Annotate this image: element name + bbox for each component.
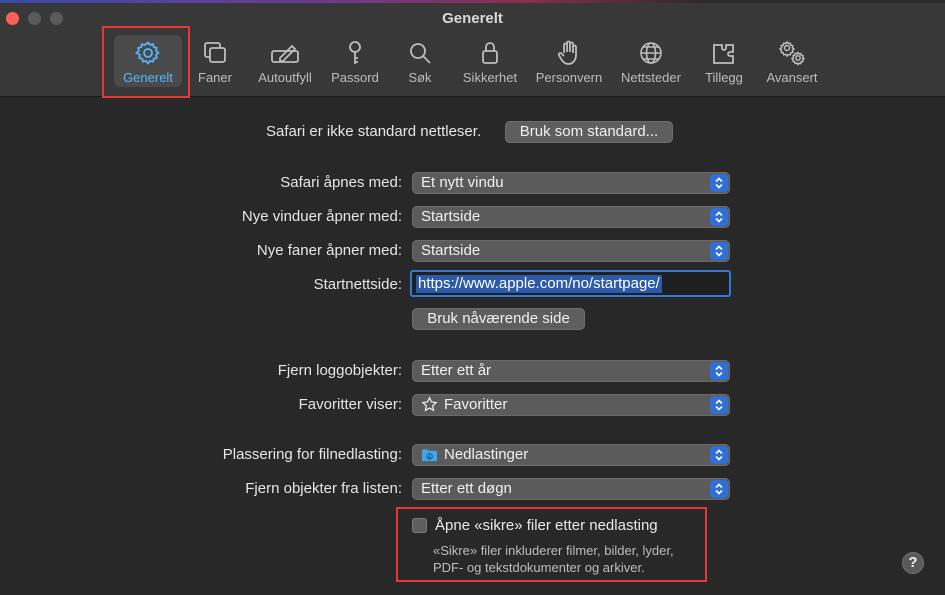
gears-icon xyxy=(778,40,806,66)
tab-passord[interactable]: Passord xyxy=(326,35,384,87)
remove-history-label: Fjern loggobjekter: xyxy=(277,362,402,379)
hand-icon xyxy=(558,40,577,65)
select-value: Etter ett år xyxy=(421,362,492,379)
select-value: Startside xyxy=(421,208,481,225)
preferences-window: Generelt Generelt Faner Autoutfyll Passo… xyxy=(0,0,945,595)
updown-chevron-icon xyxy=(710,362,728,380)
updown-chevron-icon xyxy=(710,208,728,226)
key-icon xyxy=(349,41,361,64)
tab-faner[interactable]: Faner xyxy=(190,35,240,87)
new-windows-select[interactable]: Startside xyxy=(412,206,730,228)
new-tabs-select[interactable]: Startside xyxy=(412,240,730,262)
tab-label: Autoutfyll xyxy=(258,70,312,85)
remove-history-row: Fjern loggobjekter: Etter ett år xyxy=(0,358,945,384)
download-location-label: Plassering for filnedlasting: xyxy=(222,446,402,463)
window-title: Generelt xyxy=(442,10,503,27)
favorites-select[interactable]: Favoritter xyxy=(412,394,730,416)
new-windows-row: Nye vinduer åpner med: Startside xyxy=(0,204,945,230)
tab-avansert[interactable]: Avansert xyxy=(760,35,824,87)
select-value: Favoritter xyxy=(421,396,507,413)
select-value: Et nytt vindu xyxy=(421,174,504,191)
downloads-folder-icon xyxy=(421,448,438,461)
updown-chevron-icon xyxy=(710,174,728,192)
homepage-input-value: https://www.apple.com/no/startpage/ xyxy=(416,275,662,293)
lock-icon xyxy=(482,42,498,64)
select-value: Etter ett døgn xyxy=(421,480,512,497)
tabs-icon xyxy=(204,42,226,63)
open-safe-files-checkbox[interactable] xyxy=(412,518,427,533)
tab-label: Søk xyxy=(408,70,432,85)
star-icon xyxy=(421,396,438,412)
opens-with-label: Safari åpnes med: xyxy=(280,174,402,191)
opens-with-row: Safari åpnes med: Et nytt vindu xyxy=(0,170,945,196)
tab-nettsteder[interactable]: Nettsteder xyxy=(614,35,688,87)
updown-chevron-icon xyxy=(710,396,728,414)
tab-sok[interactable]: Søk xyxy=(400,35,440,87)
remove-history-select[interactable]: Etter ett år xyxy=(412,360,730,382)
updown-chevron-icon xyxy=(710,446,728,464)
search-icon xyxy=(410,43,431,64)
download-location-value: Nedlastinger xyxy=(444,446,529,463)
remove-downloads-label: Fjern objekter fra listen: xyxy=(245,480,402,497)
homepage-label: Startnettside: xyxy=(313,276,402,293)
new-windows-label: Nye vinduer åpner med: xyxy=(241,208,402,225)
favorites-row: Favoritter viser: Favoritter xyxy=(0,392,945,418)
globe-icon xyxy=(640,42,662,64)
homepage-input[interactable]: https://www.apple.com/no/startpage/ xyxy=(410,270,731,297)
select-value: Nedlastinger xyxy=(421,446,528,463)
safe-files-note: «Sikre» filer inkluderer filmer, bilder,… xyxy=(433,543,674,575)
new-tabs-label: Nye faner åpner med: xyxy=(256,242,402,259)
annotation-highlight-tab xyxy=(102,26,190,98)
pencil-icon xyxy=(271,44,299,63)
updown-chevron-icon xyxy=(710,480,728,498)
opens-with-select[interactable]: Et nytt vindu xyxy=(412,172,730,194)
tab-label: Personvern xyxy=(535,70,603,85)
tab-tillegg[interactable]: Tillegg xyxy=(698,35,750,87)
favorites-label: Favoritter viser: xyxy=(298,396,402,413)
help-button[interactable]: ? xyxy=(902,552,924,574)
default-browser-row: Safari er ikke standard nettleser. Bruk … xyxy=(0,119,945,145)
remove-downloads-select[interactable]: Etter ett døgn xyxy=(412,478,730,500)
tab-label: Faner xyxy=(198,70,232,85)
select-value: Startside xyxy=(421,242,481,259)
tab-label: Sikkerhet xyxy=(462,70,518,85)
open-safe-files-label[interactable]: Åpne «sikre» filer etter nedlasting xyxy=(435,517,658,534)
updown-chevron-icon xyxy=(710,242,728,260)
remove-downloads-row: Fjern objekter fra listen: Etter ett døg… xyxy=(0,476,945,502)
default-browser-text: Safari er ikke standard nettleser. xyxy=(266,123,482,140)
tab-autoutfyll[interactable]: Autoutfyll xyxy=(250,35,320,87)
favorites-value: Favoritter xyxy=(444,396,508,413)
tab-sikkerhet[interactable]: Sikkerhet xyxy=(456,35,524,87)
download-location-select[interactable]: Nedlastinger xyxy=(412,444,730,466)
set-as-default-button[interactable]: Bruk som standard... xyxy=(505,121,673,143)
tab-label: Tillegg xyxy=(705,70,743,85)
use-current-page-button[interactable]: Bruk nåværende side xyxy=(412,308,585,330)
tab-label: Avansert xyxy=(766,70,818,85)
puzzle-icon xyxy=(713,44,734,64)
tab-label: Passord xyxy=(331,70,379,85)
tab-personvern[interactable]: Personvern xyxy=(530,35,608,87)
tab-label: Nettsteder xyxy=(621,70,681,85)
download-location-row: Plassering for filnedlasting: Nedlasting… xyxy=(0,442,945,468)
new-tabs-row: Nye faner åpner med: Startside xyxy=(0,238,945,264)
